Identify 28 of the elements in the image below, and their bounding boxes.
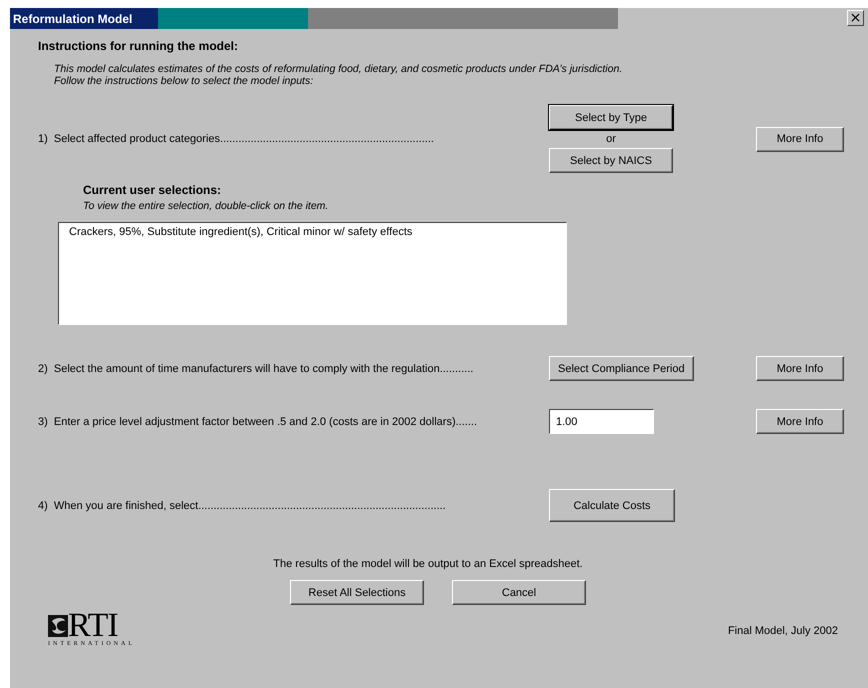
footer-button[interactable]: Cancel xyxy=(452,580,586,605)
select-button[interactable]: Select by NAICS xyxy=(549,148,673,173)
logo-text: RTI xyxy=(68,611,118,641)
select-button[interactable]: Select by Type xyxy=(549,105,673,130)
close-button[interactable]: × xyxy=(847,10,864,26)
step-text: 3) Enter a price level adjustment factor between .5 and 2.0 (costs are in 2002 dollars)....... xyxy=(38,416,478,428)
output-note: The results of the model will be output to an Excel spreadsheet. xyxy=(272,558,584,570)
footer-button[interactable]: Reset All Selections xyxy=(290,580,424,605)
action-button[interactable]: Select Compliance Period xyxy=(549,356,694,381)
or-text: or xyxy=(605,133,617,145)
instructions-heading: Instructions for running the model: xyxy=(38,39,239,55)
list-item[interactable]: Crackers, 95%, Substitute ingredient(s), Critical minor w/ safety effects xyxy=(69,226,556,238)
more-info-button[interactable]: More Info xyxy=(756,356,844,381)
adjustment-factor-field[interactable]: 1.00 xyxy=(549,409,654,434)
instruction-text: Follow the instructions below to select the model inputs: xyxy=(54,75,314,87)
instruction-text: This model calculates estimates of the costs of reformulating food, dietary, and cosmetic products under FDA’s jurisdiction. xyxy=(54,63,624,75)
version-text: Final Model, July 2002 xyxy=(728,625,838,637)
swirl-logo-icon xyxy=(48,615,68,637)
selections-list[interactable]: Crackers, 95%, Substitute ingredient(s), Critical minor w/ safety effects xyxy=(58,222,567,325)
window-title: Reformulation Model xyxy=(10,8,158,29)
step-text: 2) Select the amount of time manufacturers will have to comply with the regulation........... xyxy=(38,362,474,374)
step-text: 1) Select affected product categories...................................................................... xyxy=(38,133,435,145)
selections-hint: To view the entire selection, double-click on the item. xyxy=(83,200,330,212)
step-text: 4) When you are finished, select................................................................................. xyxy=(38,500,447,512)
selections-heading: Current user selections: xyxy=(83,183,222,197)
more-info-button[interactable]: More Info xyxy=(756,126,844,152)
action-button[interactable]: Calculate Costs xyxy=(549,489,675,522)
more-info-button[interactable]: More Info xyxy=(756,409,844,434)
